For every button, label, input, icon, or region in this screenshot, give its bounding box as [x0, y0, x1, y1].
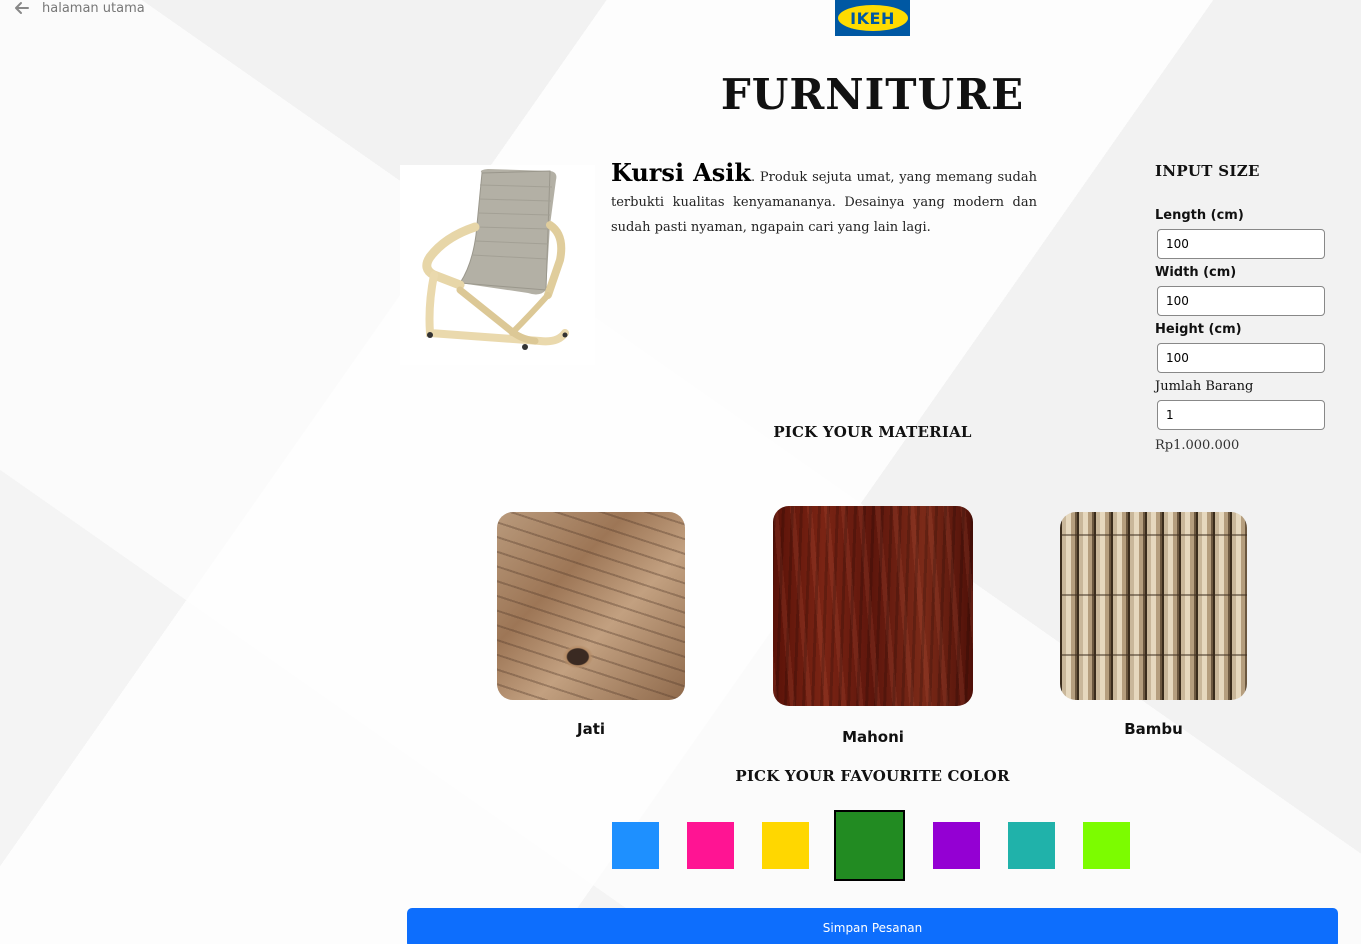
- material-name: Mahoni: [842, 728, 904, 746]
- page-title: FURNITURE: [720, 70, 1025, 119]
- color-swatch[interactable]: [612, 822, 659, 869]
- mahoni-swatch[interactable]: [773, 506, 973, 706]
- material-option-jati[interactable]: Jati: [497, 512, 685, 738]
- color-heading: PICK YOUR FAVOURITE COLOR: [735, 767, 1010, 785]
- page-background: [0, 0, 1361, 944]
- ikeh-logo: IKEH: [835, 0, 910, 36]
- material-heading: PICK YOUR MATERIAL: [773, 423, 972, 441]
- logo-text: IKEH: [850, 8, 895, 28]
- product-name: Kursi Asik: [611, 158, 751, 187]
- material-name: Jati: [576, 720, 605, 738]
- color-swatch-selected[interactable]: [834, 810, 905, 881]
- size-panel: INPUT SIZE Length (cm) Width (cm) Height…: [1155, 162, 1325, 453]
- color-swatch[interactable]: [1008, 822, 1055, 869]
- color-swatch[interactable]: [933, 822, 980, 869]
- length-label: Length (cm): [1155, 208, 1244, 223]
- bambu-swatch[interactable]: [1060, 512, 1247, 700]
- color-swatch[interactable]: [687, 822, 734, 869]
- arrow-left-icon: [15, 2, 29, 14]
- material-option-mahoni[interactable]: Mahoni: [773, 506, 973, 746]
- material-name: Bambu: [1124, 720, 1183, 738]
- length-input[interactable]: [1157, 229, 1325, 259]
- material-option-bambu[interactable]: Bambu: [1060, 512, 1247, 738]
- quantity-label: Jumlah Barang: [1155, 379, 1254, 394]
- back-link[interactable]: halaman utama: [14, 0, 145, 16]
- height-label: Height (cm): [1155, 322, 1242, 337]
- armchair-image: [422, 169, 569, 350]
- width-input[interactable]: [1157, 286, 1325, 316]
- product-image: [400, 165, 595, 365]
- back-link-label: halaman utama: [42, 0, 145, 16]
- height-input[interactable]: [1157, 343, 1325, 373]
- jati-swatch[interactable]: [497, 512, 685, 700]
- color-swatch[interactable]: [1083, 822, 1130, 869]
- product-description: Kursi Asik. Produk sejuta umat, yang mem…: [611, 160, 1037, 240]
- size-heading: INPUT SIZE: [1155, 162, 1260, 180]
- width-label: Width (cm): [1155, 265, 1237, 280]
- color-picker: [612, 810, 1158, 881]
- save-order-button[interactable]: Simpan Pesanan: [407, 908, 1338, 944]
- color-swatch[interactable]: [762, 822, 809, 869]
